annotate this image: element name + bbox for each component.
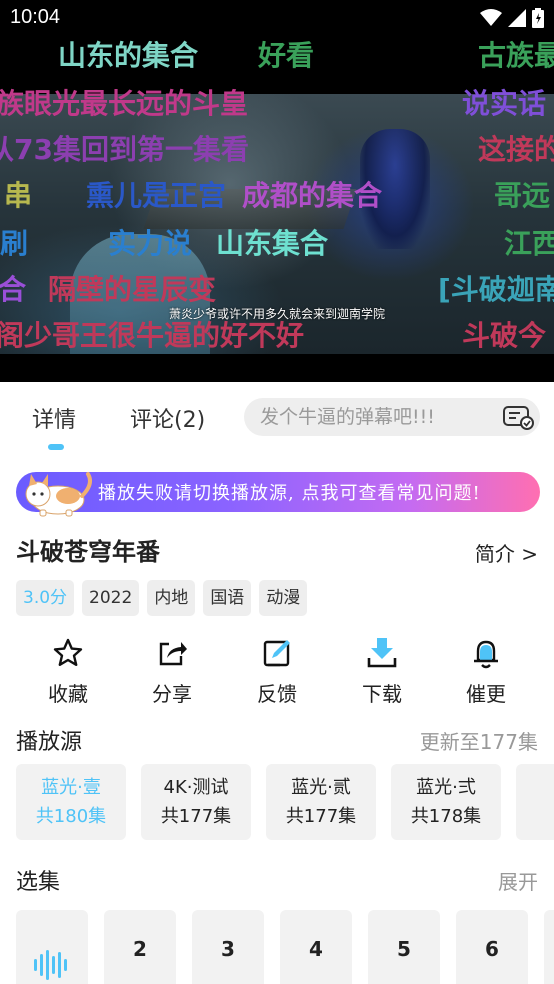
source-count: 共180集 — [35, 806, 107, 827]
download-button[interactable]: 下载 — [342, 636, 422, 707]
episode-item[interactable] — [544, 910, 554, 984]
action-bar: 收藏 分享 反馈 下载 催更 — [0, 636, 554, 706]
battery-icon — [532, 8, 544, 32]
feedback-button[interactable]: 反馈 — [237, 636, 317, 707]
danmaku-input[interactable] — [260, 402, 480, 432]
tab-active-indicator — [48, 444, 64, 450]
danmaku-text: 隔壁的星辰变 — [48, 273, 217, 306]
danmaku-text: 山东的集合 — [58, 39, 199, 72]
wifi-icon — [480, 9, 502, 31]
language-tag: 国语 — [203, 580, 252, 616]
urge-update-label: 催更 — [466, 682, 506, 706]
banner-text: 播放失败请切换播放源, 点我可查看常见问题! — [98, 483, 481, 504]
update-status: 更新至177集 — [419, 730, 538, 754]
episode-item[interactable]: 4 — [280, 910, 352, 984]
danmaku-text: 成都的集合 — [242, 179, 383, 212]
danmaku-text: 这接的 — [478, 133, 554, 166]
danmaku-text: 族眼光最长远的斗皇 — [0, 87, 249, 120]
episodes-title: 选集 — [16, 870, 61, 895]
episode-item[interactable]: 5 — [368, 910, 440, 984]
edit-icon — [260, 636, 294, 670]
danmaku-text: 熏儿是正宫 — [86, 179, 227, 212]
source-item[interactable]: 蓝 共 — [516, 764, 554, 840]
source-name: 4K·测试 — [163, 777, 229, 798]
expand-button[interactable]: 展开 — [498, 866, 538, 895]
danmaku-text: [斗破迦南 — [438, 273, 554, 306]
source-count: 共 — [516, 802, 554, 831]
video-player[interactable]: 10:04 山东的集合 好看 古族最 族眼光最长远的斗皇 说实话 从73集回到第… — [0, 0, 554, 382]
favorite-button[interactable]: 收藏 — [28, 636, 108, 707]
source-count: 共177集 — [160, 806, 232, 827]
danmaku-text: 实力说 — [108, 227, 193, 260]
region-tag: 内地 — [147, 580, 196, 616]
intro-link[interactable]: 简介 > — [475, 538, 538, 567]
tag-list: 3.0分 2022 内地 国语 动漫 — [16, 580, 308, 616]
source-list: 蓝光·壹 共180集 4K·测试 共177集 蓝光·贰 共177集 蓝光·弍 共… — [16, 764, 554, 842]
download-label: 下载 — [362, 682, 402, 706]
episode-item[interactable]: 2 — [104, 910, 176, 984]
danmaku-text: 串 — [4, 179, 33, 212]
video-subtitle: 萧炎少爷或许不用多久就会来到迦南学院 — [168, 307, 385, 321]
tab-comments[interactable]: 评论(2) — [130, 402, 205, 434]
danmaku-text: 山东集合 — [216, 227, 329, 260]
danmaku-text: 江西 — [504, 227, 554, 260]
urge-update-button[interactable]: 催更 — [446, 636, 526, 707]
episode-list: 2 3 4 5 6 — [16, 910, 554, 984]
danmaku-text: 合 — [0, 273, 27, 306]
danmaku-text: 从73集回到第一集看 — [0, 133, 249, 166]
show-title: 斗破苍穹年番 — [16, 538, 160, 566]
playing-equalizer-icon — [34, 934, 70, 984]
source-name: 蓝光·贰 — [291, 777, 351, 798]
danmaku-text: 古族最 — [478, 39, 554, 72]
episode-item-playing[interactable] — [16, 910, 88, 984]
source-name: 蓝光·弍 — [416, 777, 476, 798]
episode-item[interactable]: 3 — [192, 910, 264, 984]
status-bar: 10:04 — [0, 0, 554, 38]
source-count: 共177集 — [285, 806, 357, 827]
danmaku-text: 说实话 — [462, 87, 547, 120]
signal-icon — [508, 9, 526, 31]
feedback-label: 反馈 — [257, 682, 297, 706]
star-icon — [51, 636, 85, 670]
genre-tag: 动漫 — [259, 580, 308, 616]
source-item[interactable]: 蓝光·弍 共178集 — [391, 764, 501, 840]
danmaku-text: 刷 — [0, 227, 29, 260]
year-tag: 2022 — [82, 580, 140, 616]
danmaku-input-box[interactable] — [244, 398, 540, 436]
danmaku-text: 哥远 — [494, 179, 551, 212]
episode-item[interactable]: 6 — [456, 910, 528, 984]
status-icons — [480, 8, 544, 32]
status-time: 10:04 — [10, 6, 61, 28]
danmaku-settings-icon[interactable] — [502, 404, 534, 430]
tab-details[interactable]: 详情 — [32, 402, 76, 434]
source-name: 蓝 — [516, 773, 554, 802]
source-item[interactable]: 蓝光·壹 共180集 — [16, 764, 126, 840]
share-label: 分享 — [152, 682, 192, 706]
share-button[interactable]: 分享 — [132, 636, 212, 707]
sources-title: 播放源 — [16, 730, 83, 755]
danmaku-text: 好看 — [258, 39, 315, 72]
favorite-label: 收藏 — [48, 682, 88, 706]
download-icon — [365, 636, 399, 670]
source-name: 蓝光·壹 — [41, 777, 101, 798]
rating-tag: 3.0分 — [16, 580, 75, 616]
cat-mascot-icon — [18, 466, 96, 518]
bell-icon — [469, 636, 503, 670]
source-item[interactable]: 蓝光·贰 共177集 — [266, 764, 376, 840]
share-icon — [155, 636, 189, 670]
source-count: 共178集 — [410, 806, 482, 827]
source-item[interactable]: 4K·测试 共177集 — [141, 764, 251, 840]
